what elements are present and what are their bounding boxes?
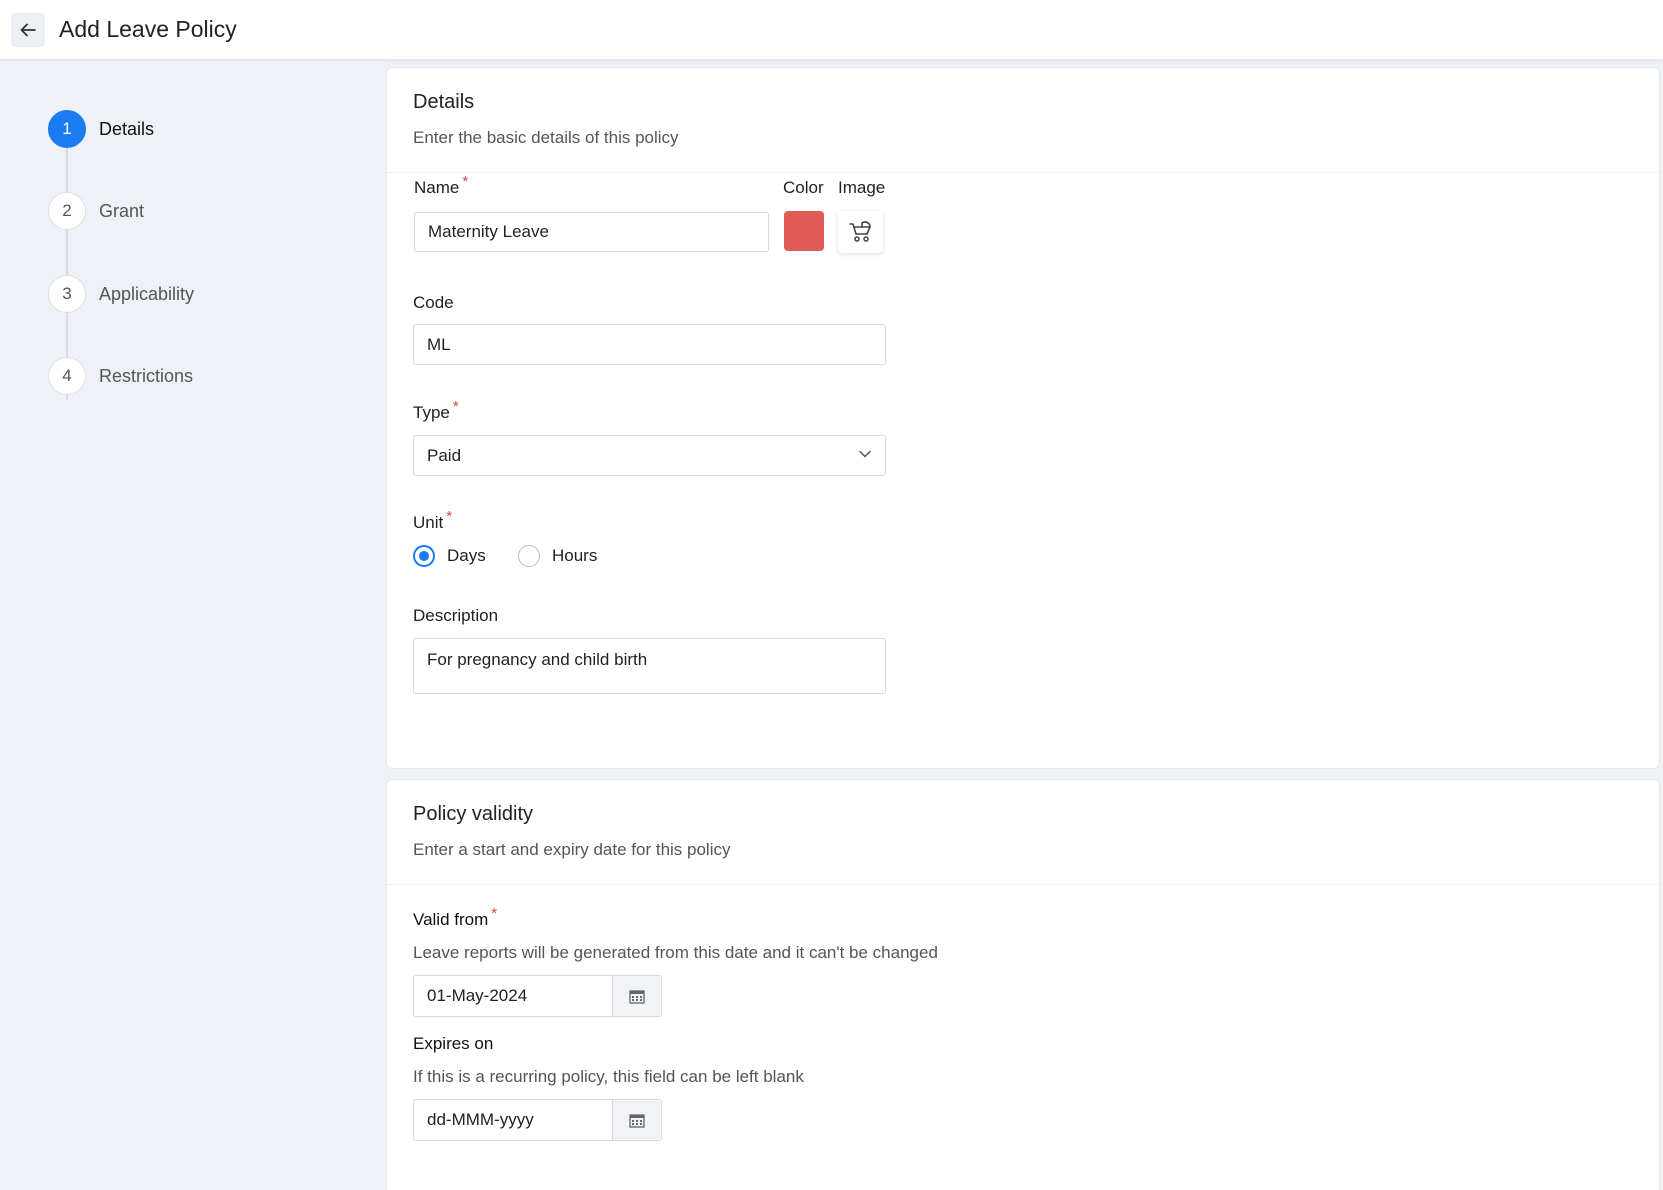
details-card: Details Enter the basic details of this … xyxy=(386,67,1660,769)
step-label: Details xyxy=(99,118,155,139)
required-asterisk: * xyxy=(462,173,469,190)
valid-from-help: Leave reports will be generated from thi… xyxy=(413,943,938,962)
validity-title: Policy validity xyxy=(413,803,534,825)
type-select[interactable]: Paid xyxy=(413,435,886,476)
type-selected-value: Paid xyxy=(427,445,462,465)
code-label: Code xyxy=(413,293,454,312)
radio-indicator xyxy=(518,545,540,567)
valid-from-input[interactable]: 01-May-2024 xyxy=(414,976,612,1016)
radio-label: Hours xyxy=(552,546,598,565)
expires-on-date-field: dd-MMM-yyyy xyxy=(413,1099,662,1141)
valid-from-calendar-button[interactable] xyxy=(612,976,661,1016)
step-label: Grant xyxy=(99,200,145,221)
required-asterisk: * xyxy=(452,398,459,415)
valid-from-date-field: 01-May-2024 xyxy=(413,975,662,1017)
step-details[interactable]: 1 Details xyxy=(48,110,154,148)
stroller-icon xyxy=(848,221,871,242)
details-title: Details xyxy=(413,91,475,113)
step-label: Applicability xyxy=(99,283,195,304)
radio-label: Days xyxy=(447,546,486,565)
calendar-icon xyxy=(629,1113,645,1128)
step-applicability[interactable]: 3 Applicability xyxy=(48,275,194,313)
chevron-down-icon xyxy=(859,450,871,458)
step-label: Restrictions xyxy=(99,365,194,386)
expires-on-calendar-button[interactable] xyxy=(612,1100,661,1140)
description-textarea[interactable]: For pregnancy and child birth xyxy=(413,638,886,694)
arrow-left-icon xyxy=(20,23,36,37)
validity-subtitle: Enter a start and expiry date for this p… xyxy=(413,840,731,859)
details-subtitle: Enter the basic details of this policy xyxy=(413,128,679,147)
divider xyxy=(387,884,1659,885)
valid-from-label: Valid from * xyxy=(413,905,498,929)
unit-label: Unit * xyxy=(413,508,453,532)
type-label: Type * xyxy=(413,398,459,422)
step-number: 4 xyxy=(48,357,86,395)
description-label: Description xyxy=(413,606,499,625)
image-label: Image xyxy=(838,178,886,197)
radio-indicator xyxy=(413,545,435,567)
step-restrictions[interactable]: 4 Restrictions xyxy=(48,357,193,395)
policy-validity-card: Policy validity Enter a start and expiry… xyxy=(386,779,1660,1190)
color-swatch[interactable] xyxy=(784,211,824,251)
expires-on-input[interactable]: dd-MMM-yyyy xyxy=(414,1100,612,1140)
step-number: 3 xyxy=(48,275,86,313)
expires-on-label: Expires on xyxy=(413,1034,494,1053)
divider xyxy=(387,172,1659,173)
step-grant[interactable]: 2 Grant xyxy=(48,192,144,230)
color-label: Color xyxy=(783,178,824,197)
unit-days-radio[interactable]: Days xyxy=(413,545,486,567)
required-asterisk: * xyxy=(491,905,498,922)
image-picker-button[interactable] xyxy=(838,211,883,253)
required-asterisk: * xyxy=(446,508,453,525)
step-number: 1 xyxy=(48,110,86,148)
calendar-icon xyxy=(629,989,645,1004)
expires-on-help: If this is a recurring policy, this fiel… xyxy=(413,1067,804,1086)
top-bar: Add Leave Policy xyxy=(0,0,1663,60)
page-title: Add Leave Policy xyxy=(59,16,237,42)
stepper-sidebar xyxy=(0,61,386,1190)
name-label: Name * xyxy=(414,173,469,197)
unit-hours-radio[interactable]: Hours xyxy=(518,545,597,567)
back-button[interactable] xyxy=(11,13,45,47)
name-input[interactable]: Maternity Leave xyxy=(414,212,769,252)
step-number: 2 xyxy=(48,192,86,230)
code-input[interactable]: ML xyxy=(413,324,886,365)
